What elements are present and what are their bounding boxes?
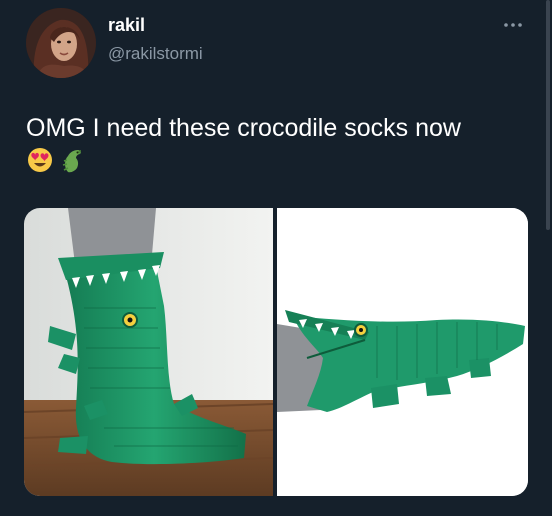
tweet-media bbox=[24, 208, 528, 496]
author-handle[interactable]: @rakilstormi bbox=[108, 44, 203, 64]
author-name[interactable]: rakil bbox=[108, 15, 145, 36]
media-photo-1[interactable] bbox=[24, 208, 273, 496]
avatar[interactable] bbox=[26, 8, 96, 78]
scrollbar[interactable] bbox=[546, 0, 550, 230]
heart-eyes-emoji bbox=[28, 148, 52, 172]
crocodile-emoji bbox=[62, 150, 81, 173]
tweet-text: OMG I need these crocodile socks now bbox=[26, 114, 461, 142]
more-options-button[interactable] bbox=[500, 18, 526, 32]
more-horizontal-icon bbox=[504, 23, 522, 27]
tweet-card: rakil @rakilstormi OMG I need these croc… bbox=[0, 0, 552, 516]
media-photo-2[interactable] bbox=[277, 208, 528, 496]
tweet-emojis bbox=[26, 146, 86, 176]
